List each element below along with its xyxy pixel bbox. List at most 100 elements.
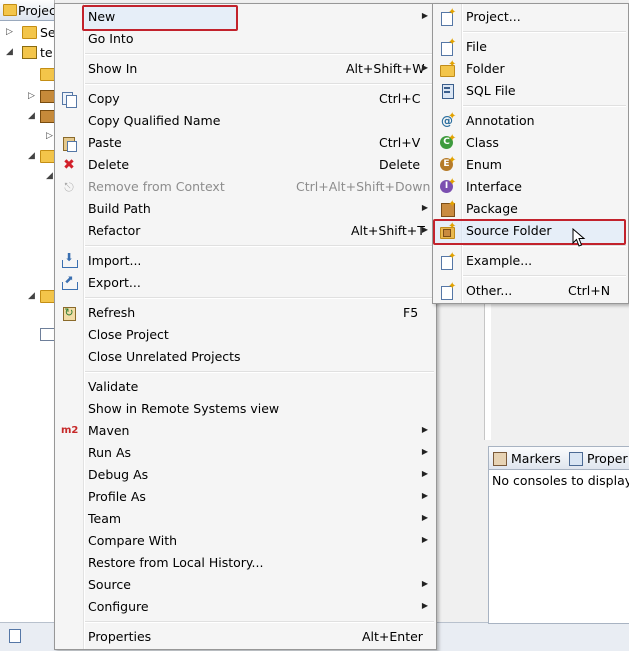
tree-item[interactable]: ◢ <box>0 148 54 166</box>
tree-item[interactable]: ▷ Se <box>0 24 54 42</box>
class-icon: C ✦ <box>439 134 456 151</box>
menu-separator <box>85 371 434 373</box>
enum-icon: E ✦ <box>439 156 456 173</box>
collapse-arrow-icon[interactable]: ◢ <box>6 47 13 57</box>
submenu-arrow-icon: ▶ <box>421 469 428 478</box>
editor-area <box>484 300 491 440</box>
tree-item[interactable] <box>0 326 54 344</box>
tree-item-project[interactable]: ◢ te <box>0 44 54 62</box>
menu-item-refactor[interactable]: Refactor Alt+Shift+T ▶ <box>55 220 436 242</box>
tree-item[interactable]: ◢ <box>0 168 54 186</box>
interface-icon: I ✦ <box>439 178 456 195</box>
menu-item-restore-from-local-history[interactable]: Restore from Local History... <box>55 552 436 574</box>
menu-separator <box>85 297 434 299</box>
menu-item-build-path[interactable]: Build Path ▶ <box>55 198 436 220</box>
menu-item-copy-qualified-name[interactable]: Copy Qualified Name <box>55 110 436 132</box>
menu-item-delete[interactable]: ✖ Delete Delete <box>55 154 436 176</box>
new-file-icon: ✦ <box>439 38 456 56</box>
library-icon <box>40 90 54 103</box>
menu-separator <box>463 105 626 107</box>
project-icon <box>22 46 37 59</box>
menu-item-configure[interactable]: Configure ▶ <box>55 596 436 618</box>
tree-item[interactable]: ◢ <box>0 288 54 306</box>
submenu-item-example[interactable]: ✦ Example... <box>433 250 628 272</box>
menu-item-properties[interactable]: Properties Alt+Enter <box>55 626 436 648</box>
sql-file-icon <box>439 83 455 99</box>
project-explorer: Projec ▷ Se ◢ te ▷ ◢ ▷ ◢ ◢ ◢ <box>0 0 55 622</box>
folder-icon <box>3 4 17 16</box>
collapse-arrow-icon[interactable]: ◢ <box>28 291 35 301</box>
submenu-item-sql-file[interactable]: SQL File <box>433 80 628 102</box>
collapse-arrow-icon[interactable]: ◢ <box>46 171 53 181</box>
menu-item-copy[interactable]: Copy Ctrl+C <box>55 88 436 110</box>
expand-arrow-icon[interactable]: ▷ <box>6 27 13 37</box>
menu-item-paste[interactable]: Paste Ctrl+V <box>55 132 436 154</box>
new-example-icon: ✦ <box>439 252 456 270</box>
menu-item-close-project[interactable]: Close Project <box>55 324 436 346</box>
panel-tabs: Markers Proper <box>489 447 629 470</box>
menu-separator <box>463 31 626 33</box>
tree-item[interactable]: ▷ <box>0 128 54 146</box>
tree-item[interactable] <box>0 66 54 84</box>
submenu-arrow-icon: ▶ <box>421 601 428 610</box>
folder-icon <box>40 290 54 303</box>
menu-item-close-unrelated-projects[interactable]: Close Unrelated Projects <box>55 346 436 368</box>
submenu-item-folder[interactable]: ✦ Folder <box>433 58 628 80</box>
submenu-item-interface[interactable]: I ✦ Interface <box>433 176 628 198</box>
submenu-item-project[interactable]: ✦ Project... <box>433 6 628 28</box>
menu-item-show-in-remote-systems[interactable]: Show in Remote Systems view <box>55 398 436 420</box>
tab-properties[interactable]: Proper <box>587 451 628 466</box>
submenu-arrow-icon: ▶ <box>421 425 428 434</box>
context-menu: New ▶ Go Into Show In Alt+Shift+W ▶ Copy… <box>54 3 437 650</box>
menu-item-source[interactable]: Source ▶ <box>55 574 436 596</box>
submenu-item-enum[interactable]: E ✦ Enum <box>433 154 628 176</box>
menu-item-maven[interactable]: m2 Maven ▶ <box>55 420 436 442</box>
tab-markers[interactable]: Markers <box>511 451 561 466</box>
submenu-arrow-icon: ▶ <box>421 513 428 522</box>
folder-icon <box>40 150 54 163</box>
expand-arrow-icon[interactable]: ▷ <box>28 91 35 101</box>
menu-item-new[interactable]: New ▶ <box>55 6 436 28</box>
submenu-item-source-folder[interactable]: ✦ Source Folder <box>433 220 628 242</box>
xml-file-icon <box>40 328 54 341</box>
new-project-icon: ✦ <box>439 8 456 26</box>
menu-item-profile-as[interactable]: Profile As ▶ <box>55 486 436 508</box>
folder-icon <box>40 68 54 81</box>
expand-arrow-icon[interactable]: ▷ <box>46 131 53 141</box>
new-submenu: ✦ Project... ✦ File ✦ Folder SQL File @ ✦… <box>432 3 629 304</box>
submenu-arrow-icon: ▶ <box>421 491 428 500</box>
menu-item-import[interactable]: ⬇ Import... <box>55 250 436 272</box>
submenu-arrow-icon: ▶ <box>421 535 428 544</box>
delete-icon: ✖ <box>63 157 75 173</box>
menu-item-go-into[interactable]: Go Into <box>55 28 436 50</box>
collapse-arrow-icon[interactable]: ◢ <box>28 151 35 161</box>
package-icon: ✦ <box>439 200 456 217</box>
import-icon: ⬇ <box>61 251 78 269</box>
menu-item-refresh[interactable]: ↻ Refresh F5 <box>55 302 436 324</box>
folder-icon <box>22 26 37 39</box>
menu-item-debug-as[interactable]: Debug As ▶ <box>55 464 436 486</box>
submenu-item-package[interactable]: ✦ Package <box>433 198 628 220</box>
new-view-icon[interactable] <box>9 629 21 643</box>
submenu-arrow-icon: ▶ <box>421 203 428 212</box>
paste-icon <box>61 135 77 152</box>
tree-item[interactable]: ◢ <box>0 108 54 126</box>
submenu-item-other[interactable]: ✦ Other... Ctrl+N <box>433 280 628 302</box>
menu-separator <box>463 275 626 277</box>
submenu-item-annotation[interactable]: @ ✦ Annotation <box>433 110 628 132</box>
menu-item-run-as[interactable]: Run As ▶ <box>55 442 436 464</box>
menu-item-compare-with[interactable]: Compare With ▶ <box>55 530 436 552</box>
menu-item-team[interactable]: Team ▶ <box>55 508 436 530</box>
remove-context-icon: ⎋ <box>64 180 74 194</box>
submenu-arrow-icon: ▶ <box>421 11 428 20</box>
menu-item-show-in[interactable]: Show In Alt+Shift+W ▶ <box>55 58 436 80</box>
menu-item-validate[interactable]: Validate <box>55 376 436 398</box>
collapse-arrow-icon[interactable]: ◢ <box>28 111 35 121</box>
menu-item-export[interactable]: ⬈ Export... <box>55 272 436 294</box>
submenu-item-file[interactable]: ✦ File <box>433 36 628 58</box>
submenu-item-class[interactable]: C ✦ Class <box>433 132 628 154</box>
menu-separator <box>85 53 434 55</box>
project-explorer-tab[interactable]: Projec <box>0 0 54 21</box>
tree-item[interactable]: ▷ <box>0 88 54 106</box>
menu-separator <box>463 245 626 247</box>
